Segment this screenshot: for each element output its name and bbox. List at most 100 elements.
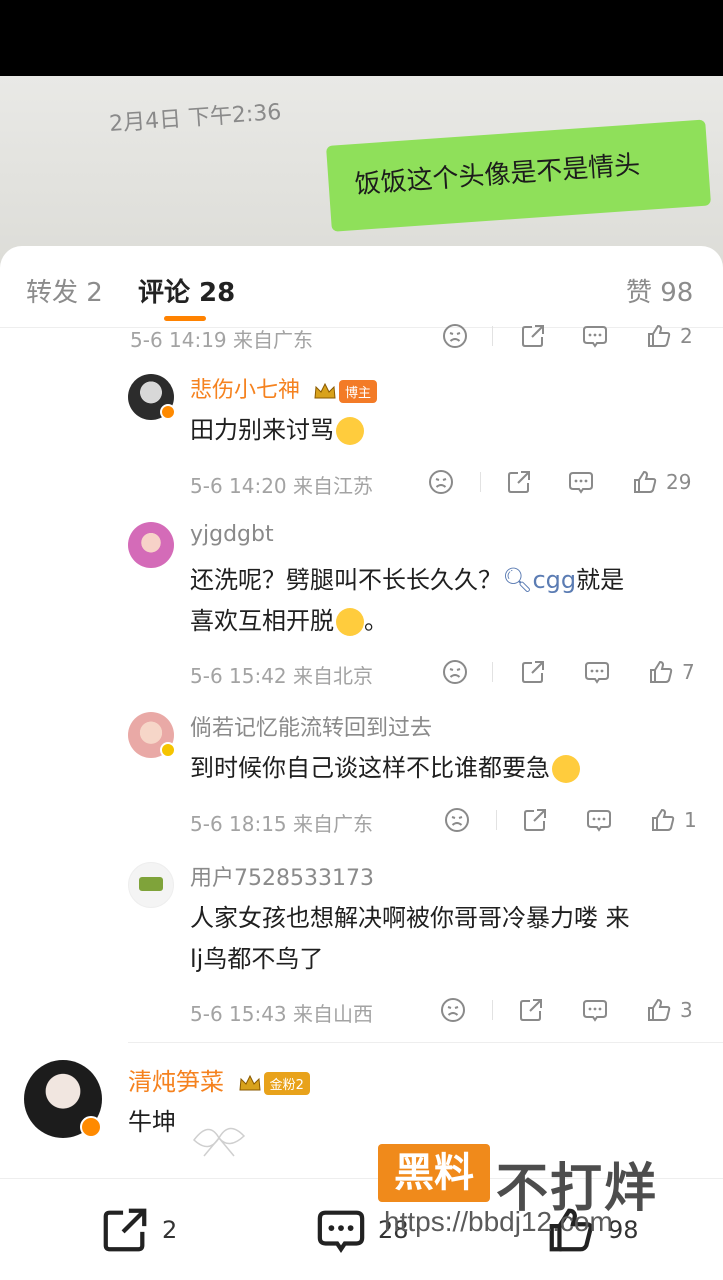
username-text: 清炖笋菜 xyxy=(128,1068,224,1096)
comment-meta-row: 5-6 18:15 来自广东 1 xyxy=(190,806,723,836)
ribbon-decoration-icon xyxy=(192,1127,246,1157)
share-icon[interactable] xyxy=(522,806,548,834)
like-icon xyxy=(646,323,672,349)
reply-text-part: 就是 xyxy=(576,566,625,594)
reply-text-part: 还洗呢？劈腿叫不长长久久？ xyxy=(190,566,502,594)
reply-username[interactable]: 用户7528533173 xyxy=(190,860,374,892)
like-count: 3 xyxy=(680,998,693,1022)
comment-icon[interactable] xyxy=(584,658,610,686)
like-button[interactable]: 7 xyxy=(648,658,695,686)
reply-text-part: 喜欢互相开脱 xyxy=(190,607,334,635)
comment-time-location: 5-6 14:19 来自广东 xyxy=(130,328,314,352)
reply-username[interactable]: 倘若记忆能流转回到过去 xyxy=(190,710,432,742)
dislike-icon[interactable] xyxy=(442,322,468,350)
verified-badge-icon xyxy=(80,1116,102,1138)
verified-badge-icon xyxy=(160,742,176,758)
reply-username[interactable]: yjgdgbt xyxy=(190,522,274,547)
separator xyxy=(496,810,497,830)
comments-sheet: 转发 2 评论 28 赞 98 5-6 14:19 来自广东 2 悲伤小七神 博… xyxy=(0,246,723,1280)
separator xyxy=(492,662,493,682)
reply-text: 田力别来讨骂 xyxy=(190,410,710,451)
like-count: 2 xyxy=(680,324,693,348)
reply-item: yjgdgbt 还洗呢？劈腿叫不长长久久？🔍︎cgg就是 喜欢互相开脱 。 xyxy=(128,522,718,652)
share-icon[interactable] xyxy=(518,996,544,1024)
repost-button[interactable]: 2 xyxy=(100,1205,177,1255)
dislike-icon[interactable] xyxy=(428,468,454,496)
like-icon xyxy=(646,997,672,1023)
crown-icon xyxy=(314,382,336,399)
reply-text-part: 人家女孩也想解决啊被你哥哥冷暴力喽 来 xyxy=(190,904,630,932)
comment-icon xyxy=(317,1210,365,1254)
avatar-graphic xyxy=(139,877,163,891)
shush-emoji-icon xyxy=(336,417,364,445)
tab-likes[interactable]: 赞 98 xyxy=(626,272,693,309)
comment-time-location: 5-6 15:43 来自山西 xyxy=(190,1002,374,1026)
like-icon xyxy=(632,469,658,495)
verified-badge-icon xyxy=(160,404,176,420)
separator xyxy=(480,472,481,492)
like-button[interactable]: 1 xyxy=(650,806,697,834)
comment-meta-row: 5-6 14:20 来自江苏 29 xyxy=(190,468,723,498)
comment-icon[interactable] xyxy=(582,996,608,1024)
share-icon[interactable] xyxy=(520,658,546,686)
avatar[interactable] xyxy=(128,522,174,568)
reply-username[interactable]: 悲伤小七神 博主 xyxy=(190,372,378,404)
tab-comments[interactable]: 评论 28 xyxy=(138,272,235,309)
like-button[interactable]: 3 xyxy=(646,996,693,1024)
watermark-box: 黑料 xyxy=(378,1144,490,1202)
comment-icon[interactable] xyxy=(568,468,594,496)
reply-text-part: 。 xyxy=(364,607,388,635)
separator xyxy=(492,1000,493,1020)
comment-time-location: 5-6 14:20 来自江苏 xyxy=(190,474,374,498)
comment-meta-row: 5-6 15:43 来自山西 3 xyxy=(190,996,723,1026)
username-text: 悲伤小七神 xyxy=(190,378,301,403)
repost-count: 2 xyxy=(162,1216,178,1244)
share-icon[interactable] xyxy=(520,322,546,350)
repost-icon xyxy=(103,1208,147,1252)
tab-reposts[interactable]: 转发 2 xyxy=(26,272,103,309)
like-icon xyxy=(648,659,674,685)
tab-active-indicator xyxy=(164,316,206,321)
reply-text: 到时候你自己谈这样不比谁都要急 xyxy=(190,748,710,789)
like-count: 29 xyxy=(666,470,692,494)
reply-text: 人家女孩也想解决啊被你哥哥冷暴力喽 来 lj鸟都不鸟了 xyxy=(190,898,710,980)
avatar[interactable] xyxy=(128,862,174,908)
like-count: 1 xyxy=(684,808,697,832)
crown-icon xyxy=(239,1074,261,1091)
status-bar xyxy=(0,0,723,76)
comment-meta-row: 5-6 15:42 来自北京 7 xyxy=(190,658,723,688)
reply-text-content: 到时候你自己谈这样不比谁都要急 xyxy=(190,754,550,782)
blogger-badge: 博主 xyxy=(339,379,378,403)
like-count: 7 xyxy=(682,660,695,684)
share-icon[interactable] xyxy=(506,468,532,496)
photo-chat-bubble: 饭饭这个头像是不是情头 xyxy=(326,119,712,232)
comment-meta-row: 5-6 14:19 来自广东 2 xyxy=(130,322,693,352)
crying-emoji-icon xyxy=(552,755,580,783)
comment-icon[interactable] xyxy=(586,806,612,834)
like-button[interactable]: 2 xyxy=(646,322,693,350)
reply-text: 还洗呢？劈腿叫不长长久久？🔍︎cgg就是 喜欢互相开脱 。 xyxy=(190,560,710,642)
divider xyxy=(128,1042,723,1043)
dislike-icon[interactable] xyxy=(440,996,466,1024)
comment-icon[interactable] xyxy=(582,322,608,350)
photo-timestamp: 2月4日 下午2:36 xyxy=(108,99,283,137)
tab-bar: 转发 2 评论 28 赞 98 xyxy=(0,246,723,328)
like-icon xyxy=(650,807,676,833)
smile-emoji-icon xyxy=(336,608,364,636)
search-link-text: cgg xyxy=(532,566,577,594)
separator xyxy=(492,326,493,346)
reply-text-part: lj鸟都不鸟了 xyxy=(190,945,324,973)
comment-time-location: 5-6 15:42 来自北京 xyxy=(190,664,374,688)
dislike-icon[interactable] xyxy=(442,658,468,686)
fan-level-badge: 金粉2 xyxy=(263,1071,310,1095)
reply-item: 用户7528533173 人家女孩也想解决啊被你哥哥冷暴力喽 来 lj鸟都不鸟了 xyxy=(128,860,718,990)
like-button[interactable]: 29 xyxy=(632,468,691,496)
dislike-icon[interactable] xyxy=(444,806,470,834)
comment-text: 牛坤 xyxy=(128,1108,176,1136)
watermark: 黑料 不打烊 xyxy=(378,1144,678,1219)
search-link[interactable]: 🔍︎cgg xyxy=(502,566,576,594)
watermark-url: https://bbdj12.com xyxy=(384,1206,613,1237)
reply-text-content: 田力别来讨骂 xyxy=(190,416,334,444)
comment-username[interactable]: 清炖笋菜 金粉2 xyxy=(128,1062,310,1097)
reply-item: 倘若记忆能流转回到过去 到时候你自己谈这样不比谁都要急 xyxy=(128,710,718,810)
